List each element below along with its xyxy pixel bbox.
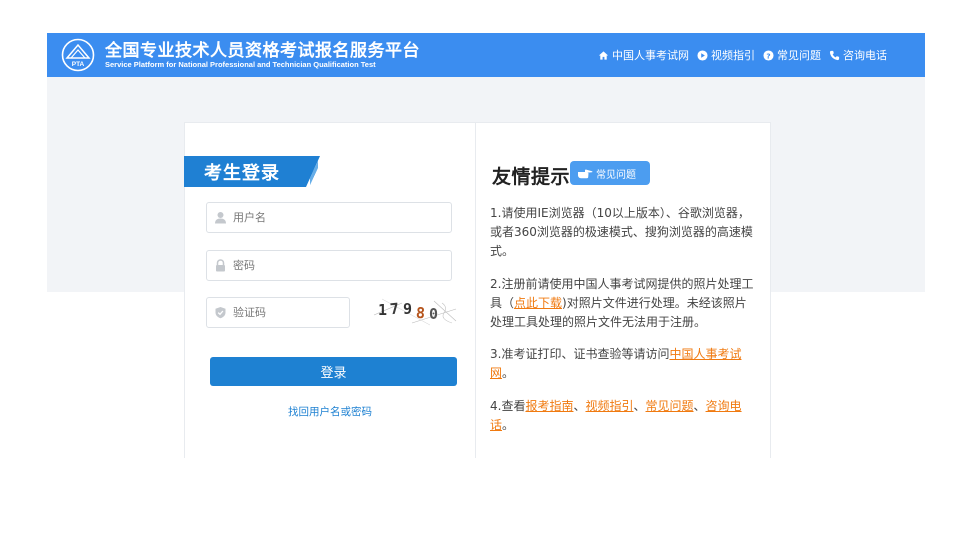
site-title: 全国专业技术人员资格考试报名服务平台 [105,41,420,61]
site-header: PTA 全国专业技术人员资格考试报名服务平台 Service Platform … [47,33,925,77]
question-icon: ? [763,49,774,61]
login-tab: 考生登录 [184,156,320,187]
faq-link[interactable]: 常见问题 [646,399,694,413]
captcha-field[interactable] [206,297,350,328]
captcha-char: 0 [429,305,438,323]
tip-item-3: 3.准考证打印、证书查验等请访问中国人事考试网。 [490,345,758,383]
pointing-hand-icon [578,169,593,179]
video-guide-link[interactable]: 视频指引 [585,399,633,413]
nav-label: 常见问题 [777,49,821,62]
captcha-char: 7 [389,300,400,319]
username-input[interactable] [233,203,433,232]
nav-cpta-home[interactable]: 中国人事考试网 [598,47,689,63]
tip-separator: 、 [573,399,586,413]
tip-text: 1.请使用IE浏览器（10以上版本）、谷歌浏览器，或者360浏览器的极速模式、搜… [490,206,753,258]
tips-title: 友情提示 [492,166,571,188]
nav-label: 咨询电话 [843,49,887,62]
tip-text: 。 [502,418,515,432]
password-field[interactable] [206,250,452,281]
faq-badge-button[interactable]: 常见问题 [570,161,650,185]
captcha-image[interactable]: 1 7 9 8 0 [372,295,458,327]
header-nav: 中国人事考试网 视频指引 ? 常见问题 咨询电话 [598,47,887,63]
captcha-char: 9 [403,300,412,318]
tip-item-2: 2.注册前请使用中国人事考试网提供的照片处理工具（点此下载)对照片文件进行处理。… [490,275,758,332]
captcha-char: 1 [378,301,387,319]
phone-icon [829,50,840,60]
tip-separator: 、 [693,399,706,413]
logo-text: PTA [72,61,85,68]
site-subtitle: Service Platform for National Profession… [105,60,376,69]
user-icon [215,212,226,224]
captcha-input[interactable] [233,298,343,327]
username-field[interactable] [206,202,452,233]
captcha-char: 8 [415,304,425,323]
home-icon [598,50,609,60]
nav-label: 视频指引 [711,49,755,62]
photo-tool-download-link[interactable]: 点此下载 [514,296,562,310]
svg-text:?: ? [766,51,770,60]
card-divider [475,123,476,458]
tip-text: 。 [502,366,515,380]
nav-label: 中国人事考试网 [612,49,689,62]
tip-separator: 、 [633,399,646,413]
shield-icon [215,307,226,319]
tip-text: 3.准考证打印、证书查验等请访问 [490,347,670,361]
play-icon [697,49,708,61]
login-card: 考生登录 1 7 9 8 0 登录 找回用户名或密码 友情提示 常见问题 1.请… [184,122,771,458]
password-input[interactable] [233,251,433,280]
faq-badge-label: 常见问题 [596,169,636,181]
nav-consult-phone[interactable]: 咨询电话 [829,47,887,63]
lock-icon [216,259,225,272]
login-button[interactable]: 登录 [210,357,457,386]
forgot-credentials-link[interactable]: 找回用户名或密码 [185,404,475,419]
tip-item-4: 4.查看报考指南、视频指引、常见问题、咨询电话。 [490,397,758,435]
tip-item-1: 1.请使用IE浏览器（10以上版本）、谷歌浏览器，或者360浏览器的极速模式、搜… [490,204,758,261]
login-title: 考生登录 [204,163,280,184]
nav-video-guide[interactable]: 视频指引 [697,47,755,63]
exam-guide-link[interactable]: 报考指南 [525,399,573,413]
tip-text: 4.查看 [490,399,526,413]
pta-logo-icon[interactable]: PTA [61,38,95,72]
nav-faq[interactable]: ? 常见问题 [763,47,821,63]
